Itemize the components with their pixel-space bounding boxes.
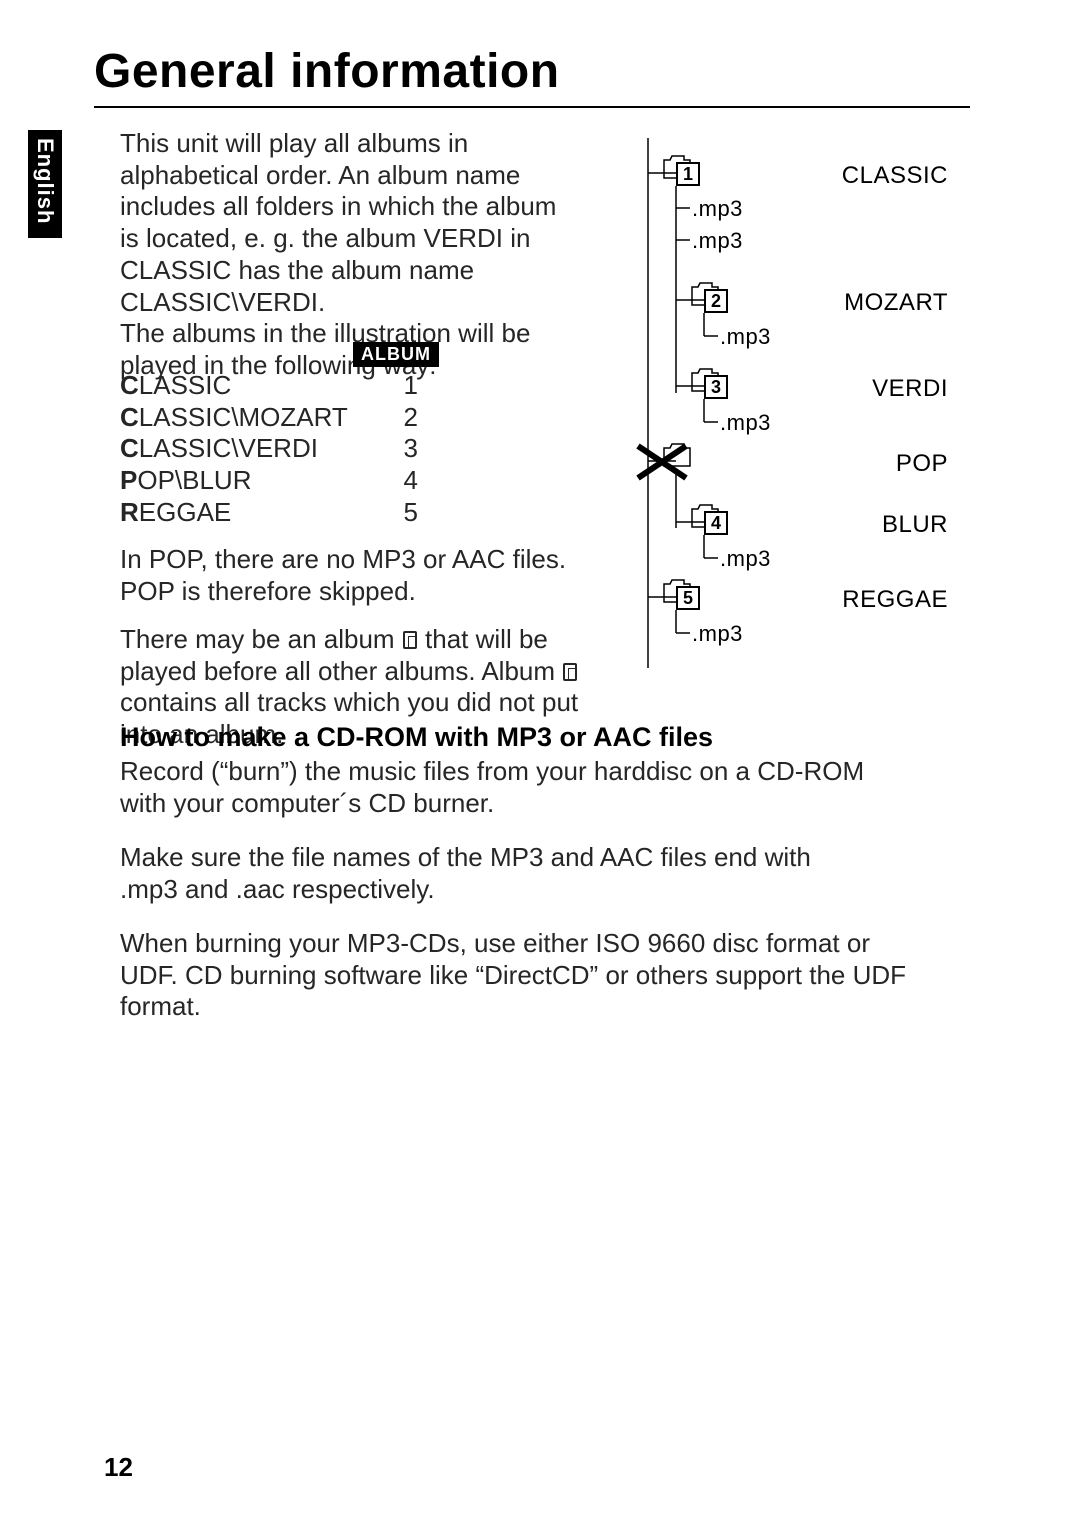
- mp3-label: .mp3: [720, 410, 771, 436]
- album-zero-icon: [563, 663, 577, 681]
- album-zero-icon: [403, 631, 417, 649]
- page-number: 12: [104, 1452, 133, 1483]
- mp3-label: .mp3: [720, 546, 771, 572]
- mp3-label: .mp3: [692, 621, 743, 647]
- album-table-header: ALBUM: [353, 342, 439, 367]
- folder-badge-2: 2: [704, 289, 728, 313]
- table-row: CLASSIC\VERDI 3: [120, 433, 440, 465]
- table-row: POP\BLUR 4: [120, 465, 440, 497]
- folder-label-mozart: MOZART: [844, 289, 948, 317]
- mp3-label: .mp3: [692, 196, 743, 222]
- howto-paragraph-3: When burning your MP3-CDs, use either IS…: [120, 928, 910, 1023]
- folder-badge-3: 3: [704, 375, 728, 399]
- folder-badge-5: 5: [676, 586, 700, 610]
- mp3-label: .mp3: [720, 324, 771, 350]
- intro-paragraph: This unit will play all albums in alphab…: [120, 128, 580, 382]
- table-row: REGGAE 5: [120, 497, 440, 529]
- howto-heading: How to make a CD-ROM with MP3 or AAC fil…: [120, 722, 713, 753]
- folder-badge-4: 4: [704, 511, 728, 535]
- mp3-label: .mp3: [692, 228, 743, 254]
- page-title: General information: [94, 44, 560, 99]
- table-row: CLASSIC 1: [120, 370, 440, 402]
- howto-paragraph-2: Make sure the file names of the MP3 and …: [120, 842, 870, 905]
- album-table: CLASSIC 1 CLASSIC\MOZART 2 CLASSIC\VERDI…: [120, 370, 440, 529]
- pop-note: In POP, there are no MP3 or AAC files. P…: [120, 544, 580, 607]
- table-row: CLASSIC\MOZART 2: [120, 402, 440, 434]
- folder-label-reggae: REGGAE: [842, 586, 948, 614]
- folder-badge-1: 1: [676, 162, 700, 186]
- language-tab: English: [28, 130, 62, 238]
- folder-label-pop: POP: [896, 450, 948, 478]
- title-rule: [94, 106, 970, 108]
- folder-label-classic: CLASSIC: [842, 162, 948, 190]
- folder-tree-diagram: 1 CLASSIC .mp3 .mp3 2 MOZART .mp3 3 VERD…: [608, 128, 968, 688]
- folder-label-verdi: VERDI: [872, 375, 948, 403]
- howto-paragraph-1: Record (“burn”) the music files from you…: [120, 756, 870, 819]
- folder-label-blur: BLUR: [882, 511, 948, 539]
